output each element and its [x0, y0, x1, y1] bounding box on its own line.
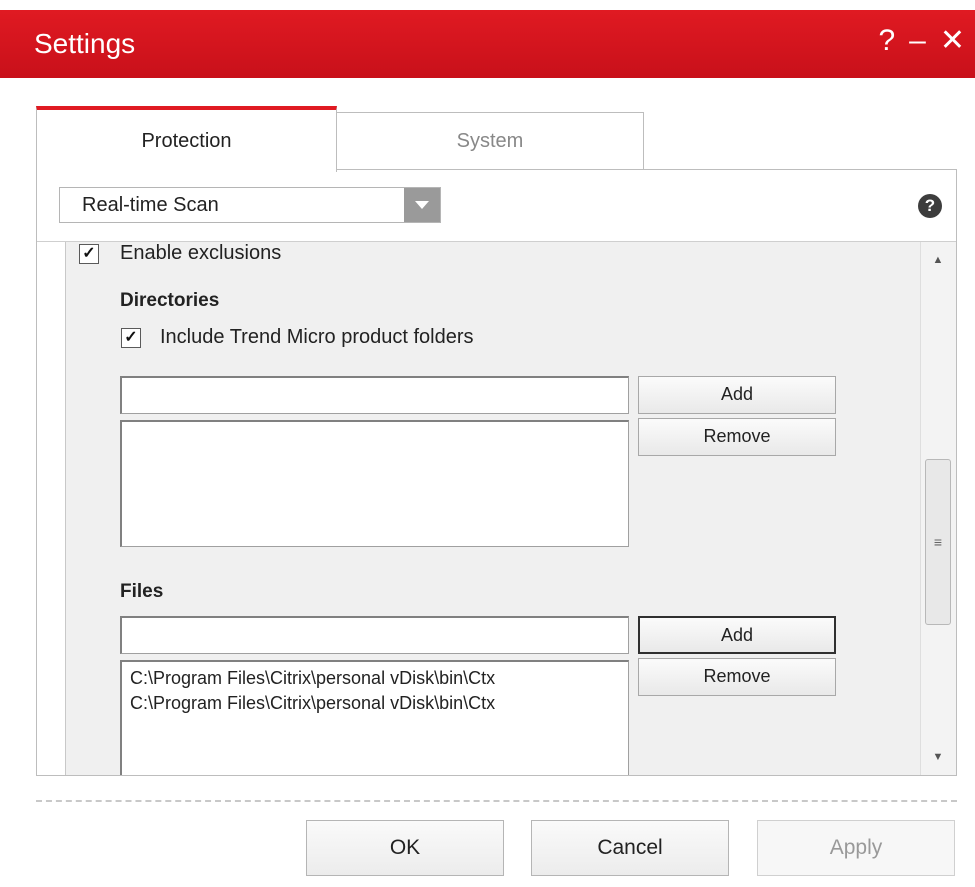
include-trend-folders-label: Include Trend Micro product folders	[160, 326, 474, 348]
directory-input[interactable]	[120, 376, 629, 414]
close-icon[interactable]: ✕	[940, 24, 965, 58]
file-list-item[interactable]: C:\Program Files\Citrix\personal vDisk\b…	[130, 666, 628, 691]
cancel-button[interactable]: Cancel	[531, 820, 729, 876]
enable-exclusions-label: Enable exclusions	[120, 242, 282, 264]
dropdown-value: Real-time Scan	[82, 193, 219, 216]
tab-system[interactable]: System	[336, 112, 644, 170]
scan-type-dropdown[interactable]: Real-time Scan	[59, 187, 441, 223]
directories-heading: Directories	[120, 290, 220, 311]
window-controls: ? – ✕	[878, 24, 965, 58]
file-list[interactable]: C:\Program Files\Citrix\personal vDisk\b…	[120, 660, 629, 775]
scroll-up-icon[interactable]: ▲	[921, 246, 955, 274]
footer-divider	[36, 800, 957, 802]
scroll-down-icon[interactable]: ▼	[921, 743, 955, 771]
file-add-button[interactable]: Add	[638, 616, 836, 654]
files-heading: Files	[120, 581, 164, 602]
window-title: Settings	[34, 28, 136, 59]
panel-toolbar: Real-time Scan ?	[37, 170, 956, 242]
directory-remove-button[interactable]: Remove	[638, 418, 836, 456]
vertical-scrollbar[interactable]: ▲ ≡ ▼	[920, 242, 956, 775]
file-list-item[interactable]: C:\Program Files\Citrix\personal vDisk\b…	[130, 691, 628, 716]
include-trend-folders-checkbox[interactable]: ✓	[121, 328, 141, 348]
minimize-icon[interactable]: –	[909, 24, 926, 58]
enable-exclusions-checkbox[interactable]: ✓	[79, 244, 99, 264]
apply-button[interactable]: Apply	[757, 820, 955, 876]
help-circle-icon[interactable]: ?	[918, 194, 942, 218]
help-icon[interactable]: ?	[878, 24, 895, 58]
directory-list[interactable]	[120, 420, 629, 547]
title-bar: Settings ? – ✕	[0, 0, 975, 78]
tab-protection[interactable]: Protection	[36, 106, 337, 172]
exclusions-scroll-area: ✓ Enable exclusions Directories ✓ Includ…	[65, 242, 929, 775]
file-input[interactable]	[120, 616, 629, 654]
settings-panel: Real-time Scan ? ✓ Enable exclusions Dir…	[36, 169, 957, 776]
chevron-down-icon[interactable]	[404, 188, 440, 222]
scroll-thumb[interactable]: ≡	[925, 459, 951, 625]
file-remove-button[interactable]: Remove	[638, 658, 836, 696]
directory-add-button[interactable]: Add	[638, 376, 836, 414]
ok-button[interactable]: OK	[306, 820, 504, 876]
